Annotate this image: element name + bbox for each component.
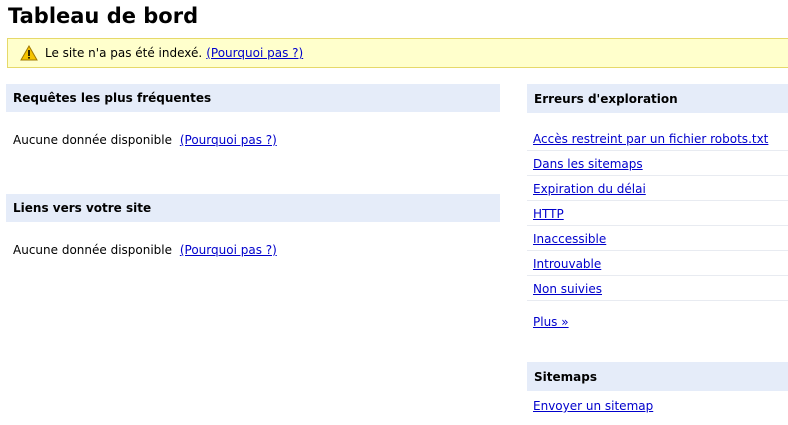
list-item: Expiration du délai — [527, 177, 788, 201]
links-to-site-why-link[interactable]: (Pourquoi pas ?) — [180, 243, 277, 257]
list-item: Dans les sitemaps — [527, 152, 788, 176]
crawl-error-not-found-link[interactable]: Introuvable — [533, 257, 601, 271]
crawl-errors-more-link[interactable]: Plus » — [533, 315, 569, 329]
alert-text: Le site n'a pas été indexé. — [45, 46, 203, 60]
page-title: Tableau de bord — [8, 4, 199, 28]
top-queries-empty-text: Aucune donnée disponible — [13, 133, 173, 147]
top-queries-empty: Aucune donnée disponible (Pourquoi pas ?… — [13, 133, 277, 147]
top-queries-header: Requêtes les plus fréquentes — [6, 84, 500, 112]
submit-sitemap-link[interactable]: Envoyer un sitemap — [533, 399, 653, 413]
crawl-errors-list: Accès restreint par un fichier robots.tx… — [527, 127, 788, 302]
crawl-error-sitemaps-link[interactable]: Dans les sitemaps — [533, 157, 643, 171]
crawl-errors-header: Erreurs d'exploration — [527, 84, 788, 113]
links-to-site-header: Liens vers votre site — [6, 194, 500, 222]
crawl-error-not-followed-link[interactable]: Non suivies — [533, 282, 602, 296]
crawl-error-robots-link[interactable]: Accès restreint par un fichier robots.tx… — [533, 132, 768, 146]
list-item: Non suivies — [527, 277, 788, 301]
list-item: Accès restreint par un fichier robots.tx… — [527, 127, 788, 151]
alert-why-link[interactable]: (Pourquoi pas ?) — [206, 46, 303, 60]
list-item: Inaccessible — [527, 227, 788, 251]
links-to-site-empty-text: Aucune donnée disponible — [13, 243, 173, 257]
warning-icon — [20, 44, 38, 61]
list-item: HTTP — [527, 202, 788, 226]
crawl-error-unreachable-link[interactable]: Inaccessible — [533, 232, 606, 246]
list-item: Introuvable — [527, 252, 788, 276]
top-queries-why-link[interactable]: (Pourquoi pas ?) — [180, 133, 277, 147]
sitemaps-header: Sitemaps — [527, 362, 788, 391]
crawl-error-timeout-link[interactable]: Expiration du délai — [533, 182, 646, 196]
links-to-site-empty: Aucune donnée disponible (Pourquoi pas ?… — [13, 243, 277, 257]
crawl-error-http-link[interactable]: HTTP — [533, 207, 564, 221]
not-indexed-alert: Le site n'a pas été indexé. (Pourquoi pa… — [7, 38, 788, 68]
